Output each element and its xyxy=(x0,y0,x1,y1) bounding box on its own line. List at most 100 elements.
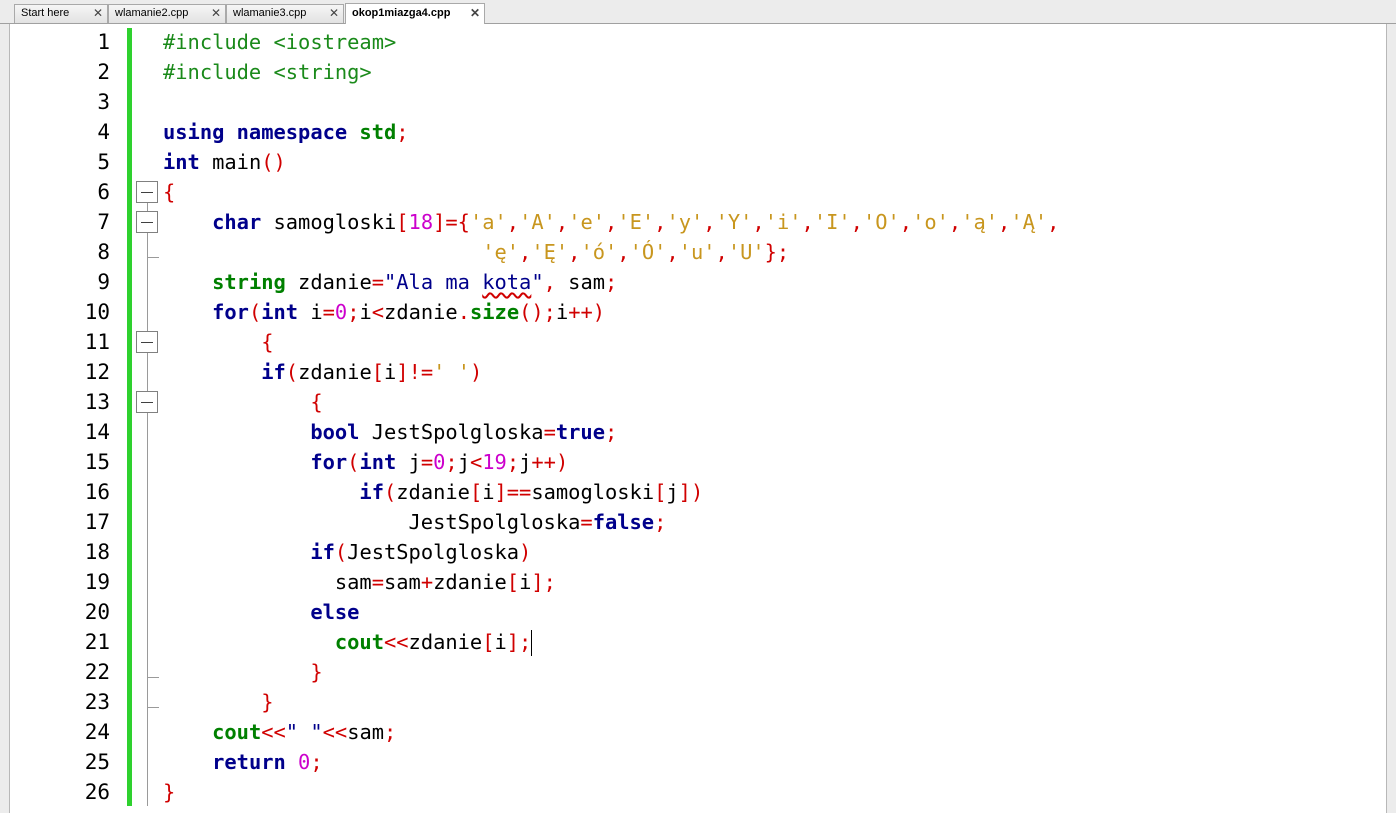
tab-wlamanie2[interactable]: wlamanie2.cpp ✕ xyxy=(108,4,226,23)
code-line[interactable]: int main() xyxy=(163,147,1383,177)
tab-label: wlamanie3.cpp xyxy=(233,7,307,19)
code-token: , xyxy=(703,210,716,234)
code-token: , xyxy=(605,210,618,234)
code-token: " " xyxy=(285,720,323,744)
code-line[interactable]: } xyxy=(163,657,1383,687)
code-token: = xyxy=(543,420,556,444)
code-line[interactable]: string zdanie="Ala ma kota", sam; xyxy=(163,267,1383,297)
fold-toggle-icon[interactable] xyxy=(136,211,158,233)
code-token: , xyxy=(1047,210,1060,234)
line-number: 8 xyxy=(97,240,110,264)
code-token: << xyxy=(261,720,286,744)
code-token: = xyxy=(322,300,335,324)
tab-okop1miazga4[interactable]: okop1miazga4.cpp ✕ xyxy=(345,3,485,24)
code-line[interactable]: return 0; xyxy=(163,747,1383,777)
code-token: ++) xyxy=(568,300,606,324)
code-line[interactable] xyxy=(163,87,1383,117)
editor-left-border xyxy=(0,24,10,813)
code-line[interactable]: cout<<zdanie[i]; xyxy=(163,627,1383,657)
code-token: , xyxy=(568,240,581,264)
code-token: 'ó' xyxy=(580,240,618,264)
tab-start-here[interactable]: Start here ✕ xyxy=(14,4,108,23)
code-line[interactable]: #include <string> xyxy=(163,57,1383,87)
code-line[interactable]: } xyxy=(163,687,1383,717)
code-token: { xyxy=(163,180,176,204)
code-token: main xyxy=(199,150,262,174)
code-token: j xyxy=(666,480,679,504)
line-number: 21 xyxy=(84,630,110,654)
code-token: 'e' xyxy=(568,210,606,234)
code-line[interactable]: if(zdanie[i]==samogloski[j]) xyxy=(163,477,1383,507)
code-token: samogloski xyxy=(531,480,655,504)
code-token: i xyxy=(384,360,397,384)
close-icon[interactable]: ✕ xyxy=(329,5,339,22)
fold-toggle-icon[interactable] xyxy=(136,391,158,413)
code-line[interactable]: bool JestSpolgloska=true; xyxy=(163,417,1383,447)
code-token: [ xyxy=(654,480,667,504)
code-token: 'Ę' xyxy=(531,240,569,264)
code-token: ; xyxy=(605,270,618,294)
code-token: zdanie xyxy=(433,570,507,594)
close-icon[interactable]: ✕ xyxy=(470,5,480,22)
fold-end-marker xyxy=(147,677,159,678)
code-token: , xyxy=(899,210,913,234)
tab-wlamanie3[interactable]: wlamanie3.cpp ✕ xyxy=(226,4,344,23)
fold-toggle-icon[interactable] xyxy=(136,181,158,203)
code-line[interactable]: for(int i=0;i<zdanie.size();i++) xyxy=(163,297,1383,327)
code-token: 'A' xyxy=(519,210,556,234)
code-token: ( xyxy=(347,450,360,474)
code-token: 'a' xyxy=(469,210,507,234)
code-token: i xyxy=(519,570,532,594)
code-token: JestSpolgloska xyxy=(359,420,544,444)
code-line[interactable]: JestSpolgloska=false; xyxy=(163,507,1383,537)
code-token: ; xyxy=(445,450,458,474)
code-line[interactable]: if(zdanie[i]!=' ') xyxy=(163,357,1383,387)
code-token: 'Ó' xyxy=(629,240,667,264)
code-token: { xyxy=(261,330,274,354)
code-token: std xyxy=(359,120,397,144)
code-token: cout xyxy=(212,720,262,744)
code-token: samogloski xyxy=(261,210,397,234)
code-line[interactable]: char samogloski[18]={'a','A','e','E','y'… xyxy=(163,207,1383,237)
code-token: j xyxy=(457,450,470,474)
code-token: 'ą' xyxy=(961,210,999,234)
code-line[interactable]: if(JestSpolgloska) xyxy=(163,537,1383,567)
close-icon[interactable]: ✕ xyxy=(211,5,221,22)
code-token: < xyxy=(371,300,385,324)
close-icon[interactable]: ✕ xyxy=(93,5,103,22)
code-token: zdanie xyxy=(384,300,458,324)
line-number: 20 xyxy=(84,600,110,624)
code-token: sam xyxy=(383,570,421,594)
line-number: 1 xyxy=(97,30,110,54)
code-token: } xyxy=(310,660,323,684)
code-line[interactable]: for(int j=0;j<19;j++) xyxy=(163,447,1383,477)
code-token: ; xyxy=(310,750,323,774)
code-token: #include <iostream> xyxy=(163,30,397,54)
line-number: 24 xyxy=(84,720,110,744)
code-line[interactable]: 'ę','Ę','ó','Ó','u','U'}; xyxy=(163,237,1383,267)
code-token: ]!= xyxy=(396,360,434,384)
code-line[interactable]: { xyxy=(163,177,1383,207)
fold-line xyxy=(147,696,148,806)
code-line[interactable]: { xyxy=(163,327,1383,357)
code-token: , xyxy=(543,270,556,294)
code-editor[interactable]: #include <iostream> #include <string> usi… xyxy=(163,27,1383,807)
code-line[interactable]: using namespace std; xyxy=(163,117,1383,147)
code-line[interactable]: { xyxy=(163,387,1383,417)
code-token: int xyxy=(261,300,299,324)
code-token: ]== xyxy=(494,480,532,504)
fold-toggle-icon[interactable] xyxy=(136,331,158,353)
code-token: ) xyxy=(519,540,532,564)
code-line[interactable]: } xyxy=(163,777,1383,807)
code-token: true xyxy=(555,420,605,444)
code-line[interactable]: sam=sam+zdanie[i]; xyxy=(163,567,1383,597)
spellcheck-word: kota xyxy=(482,270,532,294)
code-token: ]={ xyxy=(433,210,470,234)
code-line[interactable]: #include <iostream> xyxy=(163,27,1383,57)
code-token: zdanie xyxy=(298,360,372,384)
code-token: , xyxy=(801,210,814,234)
code-line[interactable]: else xyxy=(163,597,1383,627)
code-line[interactable]: cout<<" "<<sam; xyxy=(163,717,1383,747)
